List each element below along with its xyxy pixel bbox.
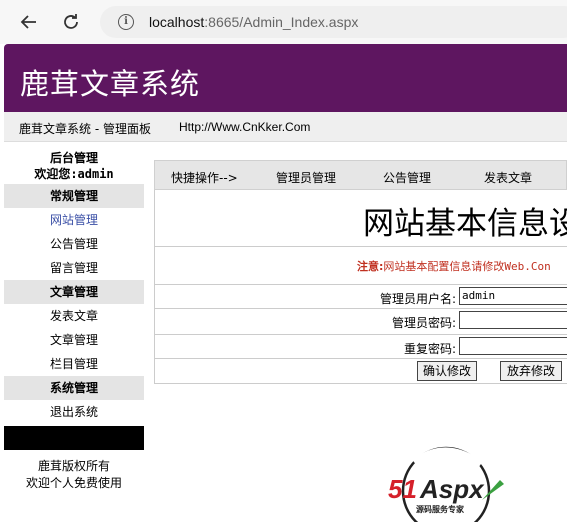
banner-title: 鹿茸文章系统 [20,67,201,101]
main-content: 快捷操作--> 管理员管理 公告管理 发表文章 网站基本信息设 注意:网站基本配… [154,160,567,384]
sidebar-black-bar [4,426,144,450]
logo-check-mark [482,480,504,500]
reload-button[interactable] [58,9,84,35]
notice-label: 注意: [357,260,384,273]
back-arrow-icon [20,15,36,29]
browser-chrome: i localhost:8665/Admin_Index.aspx [0,0,567,44]
url-host: localhost [149,14,205,30]
logo-text: Aspx [419,474,485,504]
site-info-icon[interactable]: i [118,14,134,30]
back-button[interactable] [16,9,42,35]
copyright-line-1: 鹿茸版权所有 [37,459,110,473]
sidebar-admin-block: 后台管理 欢迎您:admin [4,148,144,184]
51aspx-logo: 51 Aspx 源码服务专家 [388,446,504,522]
sidebar-item-post-article[interactable]: 发表文章 [4,304,144,328]
confirm-button[interactable]: 确认修改 [417,361,477,381]
copyright-line-2: 欢迎个人免费使用 [25,476,122,490]
page: 鹿茸文章系统 鹿茸文章系统 - 管理面板 Http://Www.CnKker.C… [4,44,567,522]
toolbar-post-article[interactable]: 发表文章 [484,169,532,186]
banner: 鹿茸文章系统 [4,44,567,112]
cancel-button[interactable]: 放弃修改 [500,361,562,381]
site-link[interactable]: Http://Www.CnKker.Com [179,120,310,134]
sidebar-section-general: 常规管理 [4,184,144,208]
sidebar-section-articles: 文章管理 [4,280,144,304]
sidebar: 后台管理 欢迎您:admin 常规管理 网站管理 公告管理 留言管理 文章管理 … [4,148,144,450]
logo-tagline: 源码服务专家 [416,504,465,514]
password-label: 管理员密码: [391,316,456,330]
sidebar-item-article-manage[interactable]: 文章管理 [4,328,144,352]
notice-text: 网站基本配置信息请修改 [383,260,505,273]
reload-icon [64,14,78,29]
config-notice: 注意:网站基本配置信息请修改Web.Con [357,258,551,274]
copyright: 鹿茸版权所有 欢迎个人免费使用 [4,458,144,492]
sidebar-admin-title: 后台管理 [49,151,98,165]
logo-number: 51 [388,474,417,504]
username-row: 管理员用户名: admin [155,284,567,308]
sidebar-item-site-manage[interactable]: 网站管理 [4,208,144,232]
sidebar-item-column-manage[interactable]: 栏目管理 [4,352,144,376]
toolbar-notice-manage[interactable]: 公告管理 [383,169,431,186]
button-row: 确认修改 放弃修改 [155,358,567,384]
repeat-password-input[interactable] [459,337,567,355]
sidebar-item-message-manage[interactable]: 留言管理 [4,256,144,280]
sidebar-welcome: 欢迎您:admin [34,167,114,181]
divider [155,246,567,247]
password-input[interactable] [459,311,567,329]
panel-title: 鹿茸文章系统 - 管理面板 [19,122,151,136]
repeat-password-row: 重复密码: [155,334,567,358]
sidebar-item-notice-manage[interactable]: 公告管理 [4,232,144,256]
quick-toolbar: 快捷操作--> 管理员管理 公告管理 发表文章 [154,160,567,190]
page-title: 网站基本信息设 [363,206,567,242]
username-label: 管理员用户名: [379,292,456,306]
username-input[interactable]: admin [459,287,567,305]
sidebar-item-logout[interactable]: 退出系统 [4,400,144,424]
repeat-password-label: 重复密码: [403,342,456,356]
sidebar-section-system: 系统管理 [4,376,144,400]
toolbar-admin-manage[interactable]: 管理员管理 [276,169,336,186]
password-row: 管理员密码: [155,308,567,332]
sub-header-bar: 鹿茸文章系统 - 管理面板 Http://Www.CnKker.Com [4,112,567,142]
url-text[interactable]: localhost:8665/Admin_Index.aspx [149,14,358,30]
settings-panel: 网站基本信息设 注意:网站基本配置信息请修改Web.Con 管理员用户名: ad… [154,190,567,384]
toolbar-quick-ops: 快捷操作--> [171,171,238,185]
url-path: :8665/Admin_Index.aspx [204,14,359,30]
notice-code: Web.Con [504,260,551,273]
